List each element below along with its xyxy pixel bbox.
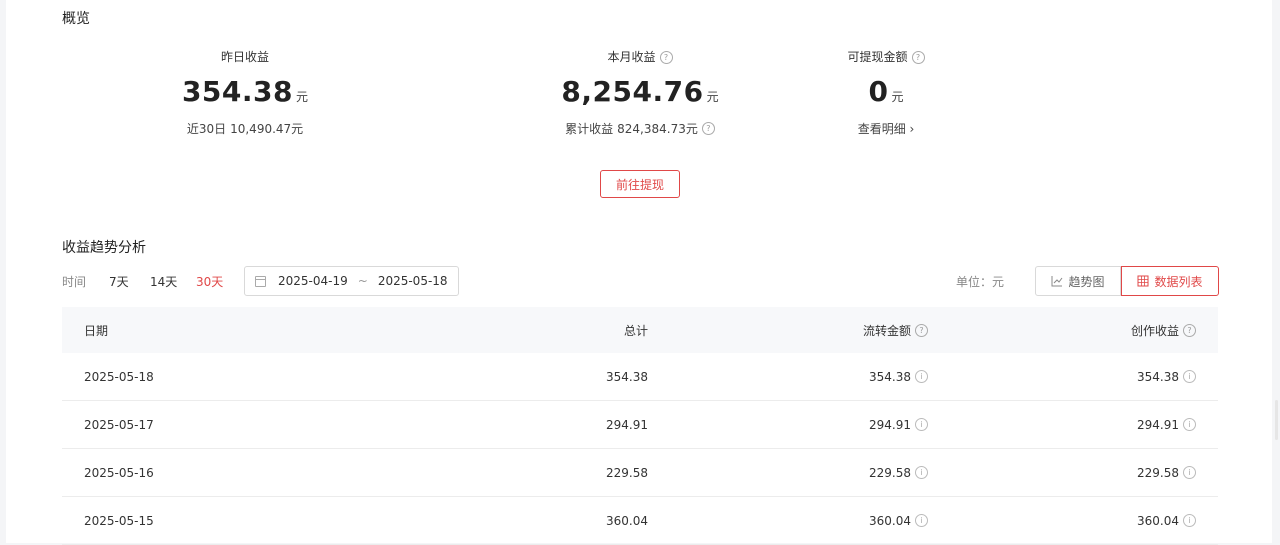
- cell-flow: 229.58: [869, 465, 911, 480]
- cell-total: 360.04: [606, 513, 648, 528]
- stat-month: 本月收益 ? 8,254.76 元 累计收益 824,384.73元 ?: [540, 48, 740, 137]
- data-list-button[interactable]: 数据列表: [1121, 266, 1219, 296]
- cell-flow: 360.04: [869, 513, 911, 528]
- filter-row: 时间 7天 14天 30天 2025-04-19 ~ 2025-05-18 单位…: [62, 266, 1222, 296]
- main-card: 概览 昨日收益 354.38 元 近30日 10,490.47元 本月收益 ? …: [6, 0, 1272, 545]
- date-start[interactable]: 2025-04-19: [278, 274, 348, 288]
- info-icon[interactable]: i: [915, 370, 928, 383]
- help-icon[interactable]: ?: [1183, 323, 1196, 337]
- cell-create: 360.04: [1137, 513, 1179, 528]
- view-details-link[interactable]: 查看明细 ›: [858, 120, 915, 137]
- range-14-days[interactable]: 14天: [150, 273, 177, 290]
- stat-withdrawable-unit: 元: [891, 90, 904, 104]
- help-icon[interactable]: ?: [911, 50, 925, 64]
- date-end[interactable]: 2025-05-18: [378, 274, 448, 288]
- date-range-picker[interactable]: 2025-04-19 ~ 2025-05-18: [244, 266, 459, 296]
- time-label: 时间: [62, 275, 87, 289]
- table-icon: [1137, 275, 1149, 287]
- header-create-label: 创作收益: [1130, 323, 1179, 338]
- cell-create: 229.58: [1137, 465, 1179, 480]
- stat-month-sub-value: 824,384.73元: [617, 122, 698, 136]
- cell-total: 294.91: [606, 417, 648, 432]
- cell-total: 354.38: [606, 369, 648, 384]
- cell-date: 2025-05-18: [84, 369, 154, 384]
- range-30-days[interactable]: 30天: [196, 273, 223, 290]
- table-row: 2025-05-18 354.38 354.38 i 354.38 i: [62, 353, 1218, 401]
- info-icon[interactable]: i: [915, 466, 928, 479]
- info-icon[interactable]: i: [1183, 466, 1196, 479]
- stat-yesterday-sub-value: 10,490.47元: [230, 122, 304, 136]
- stat-withdrawable-label: 可提现金额: [847, 50, 908, 64]
- stat-yesterday-unit: 元: [296, 90, 309, 104]
- line-chart-icon: [1051, 276, 1063, 287]
- stat-month-label: 本月收益: [607, 50, 656, 64]
- calendar-icon: [255, 275, 266, 287]
- stat-month-unit: 元: [706, 90, 719, 104]
- info-icon[interactable]: i: [915, 418, 928, 431]
- info-icon[interactable]: i: [915, 514, 928, 527]
- cell-flow: 354.38: [869, 369, 911, 384]
- table-row: 2025-05-15 360.04 360.04 i 360.04 i: [62, 497, 1218, 545]
- earnings-table: 日期 总计 流转金额 ? 创作收益 ? 2025-05-18 354.38 35…: [62, 307, 1218, 545]
- range-7-days[interactable]: 7天: [109, 273, 129, 290]
- stat-yesterday: 昨日收益 354.38 元 近30日 10,490.47元: [145, 48, 345, 137]
- header-total: 总计: [623, 323, 648, 338]
- stat-yesterday-label: 昨日收益: [220, 50, 269, 64]
- help-icon[interactable]: ?: [659, 50, 673, 64]
- table-row: 2025-05-16 229.58 229.58 i 229.58 i: [62, 449, 1218, 497]
- cell-create: 354.38: [1137, 369, 1179, 384]
- info-icon[interactable]: i: [1183, 514, 1196, 527]
- data-list-label: 数据列表: [1154, 274, 1203, 289]
- trend-chart-button[interactable]: 趋势图: [1035, 266, 1121, 296]
- cell-create: 294.91: [1137, 417, 1179, 432]
- cell-flow: 294.91: [869, 417, 911, 432]
- stat-yesterday-value: 354.38: [181, 75, 294, 108]
- cell-date: 2025-05-15: [84, 513, 154, 528]
- trend-title: 收益趋势分析: [62, 240, 146, 256]
- table-row: 2025-05-17 294.91 294.91 i 294.91 i: [62, 401, 1218, 449]
- header-flow-label: 流转金额: [862, 323, 911, 338]
- overview-title: 概览: [62, 11, 90, 27]
- withdraw-button[interactable]: 前往提现: [600, 170, 680, 198]
- view-toggle: 趋势图 数据列表: [1035, 266, 1219, 296]
- stat-month-sub-label: 累计收益: [565, 122, 614, 136]
- info-icon[interactable]: i: [1183, 370, 1196, 383]
- help-icon[interactable]: ?: [915, 323, 928, 337]
- stat-withdrawable-value: 0: [868, 75, 889, 108]
- cell-date: 2025-05-17: [84, 417, 154, 432]
- cell-total: 229.58: [606, 465, 648, 480]
- help-icon[interactable]: ?: [701, 122, 715, 135]
- info-icon[interactable]: i: [1183, 418, 1196, 431]
- stat-month-value: 8,254.76: [561, 75, 704, 108]
- unit-label: 单位：元: [956, 275, 1005, 289]
- header-flow: 流转金额 ?: [648, 322, 928, 339]
- date-separator: ~: [357, 274, 368, 288]
- cell-date: 2025-05-16: [84, 465, 154, 480]
- table-header: 日期 总计 流转金额 ? 创作收益 ?: [62, 307, 1218, 353]
- header-date: 日期: [84, 323, 109, 338]
- header-create: 创作收益 ?: [928, 322, 1196, 339]
- stat-withdrawable: 可提现金额 ? 0 元 查看明细 ›: [786, 48, 986, 137]
- stat-yesterday-sub-label: 近30日: [186, 122, 227, 136]
- trend-chart-label: 趋势图: [1068, 274, 1105, 289]
- scrollbar[interactable]: [1275, 400, 1278, 440]
